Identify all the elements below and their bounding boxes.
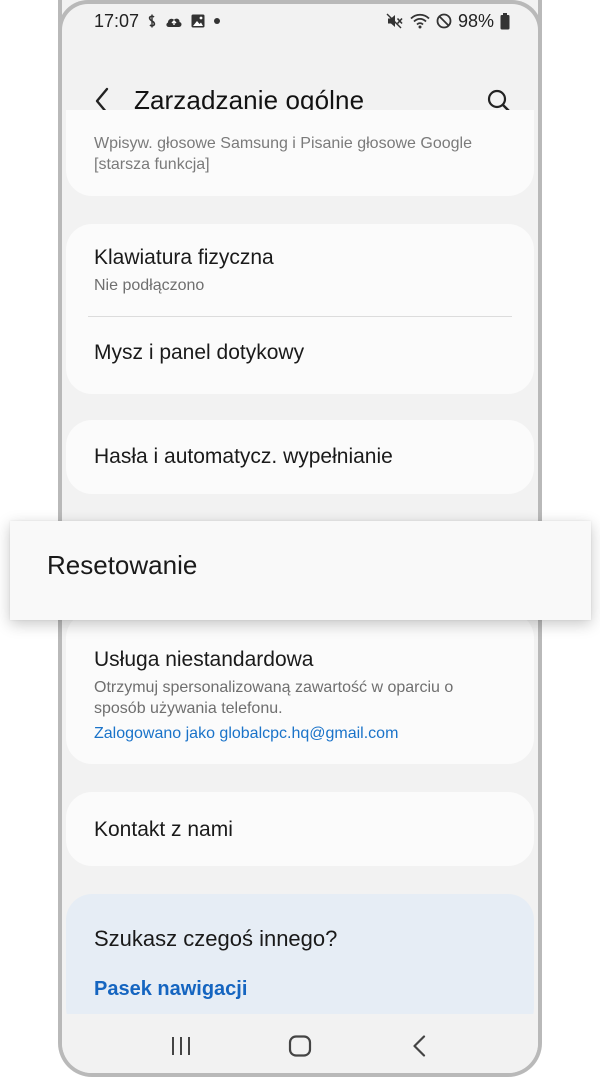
gallery-icon — [191, 12, 205, 30]
nav-back-icon — [413, 1035, 425, 1057]
voice-input-line2: [starsza funkcja] — [94, 156, 210, 173]
navigation-bar — [62, 1014, 538, 1073]
reset-item-label: Resetowanie — [47, 550, 198, 580]
mouse-touchpad-item[interactable]: Mysz i panel dotykowy — [66, 317, 534, 394]
battery-icon — [500, 12, 510, 30]
dollar-notification-icon — [147, 12, 157, 30]
reset-item-highlight[interactable]: Resetowanie — [10, 521, 591, 620]
more-notifications-dot-icon — [213, 12, 221, 30]
custom-service-description: Otrzymuj spersonalizowaną zawartość w op… — [94, 677, 514, 719]
nav-back-button[interactable] — [397, 1024, 441, 1068]
contact-us-item[interactable]: Kontakt z nami — [66, 792, 534, 866]
status-bar: 17:07 98% — [62, 8, 538, 34]
custom-service-title: Usługa niestandardowa — [94, 648, 314, 671]
recents-icon — [172, 1037, 191, 1055]
physical-keyboard-title: Klawiatura fizyczna — [94, 246, 274, 269]
home-button[interactable] — [278, 1024, 322, 1068]
voice-input-text: Wpisyw. głosowe Samsung i Pisanie głosow… — [94, 135, 514, 175]
passwords-autofill-title: Hasła i automatycz. wypełnianie — [94, 445, 393, 468]
navigation-bar-link[interactable]: Pasek nawigacji — [94, 978, 247, 1001]
mute-icon — [386, 12, 404, 30]
do-not-disturb-icon — [436, 12, 452, 30]
suggestion-title: Szukasz czegoś innego? — [94, 926, 338, 951]
home-icon — [288, 1035, 312, 1057]
passwords-autofill-item[interactable]: Hasła i automatycz. wypełnianie — [66, 420, 534, 494]
battery-percent: 98% — [457, 10, 494, 31]
custom-service-desc-line1: Otrzymuj spersonalizowaną zawartość w op… — [94, 679, 454, 696]
voice-input-line1: Wpisyw. głosowe Samsung i Pisanie głosow… — [94, 135, 472, 152]
status-time: 17:07 — [94, 10, 140, 31]
cloud-upload-icon — [165, 12, 183, 30]
wifi-icon — [410, 12, 430, 30]
recents-button[interactable] — [159, 1024, 203, 1068]
input-devices-card: Klawiatura fizyczna Nie podłączono Mysz … — [66, 224, 534, 394]
looking-for-something-else-card: Szukasz czegoś innego? Pasek nawigacji — [66, 894, 534, 1034]
account-link[interactable]: Zalogowano jako globalcpc.hq@gmail.com — [94, 725, 398, 743]
custom-service-desc-line2: sposób używania telefonu. — [94, 700, 283, 717]
mouse-touchpad-title: Mysz i panel dotykowy — [94, 341, 305, 364]
contact-us-title: Kontakt z nami — [94, 818, 233, 841]
status-right: 98% — [386, 11, 510, 32]
physical-keyboard-item[interactable]: Klawiatura fizyczna Nie podłączono — [66, 224, 534, 316]
voice-input-item[interactable]: Wpisyw. głosowe Samsung i Pisanie głosow… — [66, 110, 534, 196]
physical-keyboard-status: Nie podłączono — [94, 277, 205, 294]
custom-service-item[interactable]: Usługa niestandardowa Otrzymuj spersonal… — [66, 612, 534, 764]
status-left: 17:07 — [94, 11, 221, 32]
